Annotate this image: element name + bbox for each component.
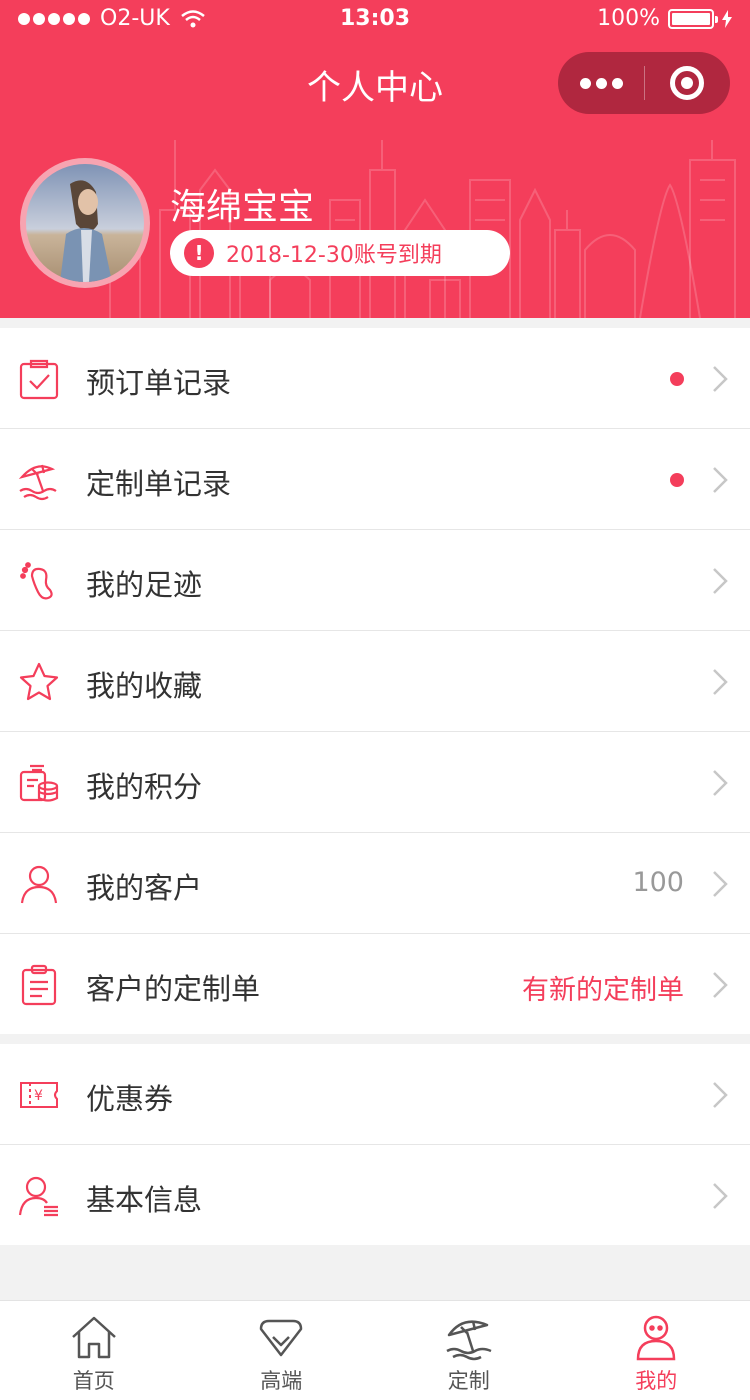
chevron-right-icon [713,1082,728,1108]
tab-premium[interactable]: 高端 [188,1301,376,1400]
expiry-text: 2018-12-30账号到期 [226,243,442,268]
tab-mine[interactable]: 我的 [563,1301,750,1400]
beach-umbrella-icon [446,1320,492,1361]
menu-item-customers[interactable]: 我的客户 100 [0,833,750,934]
profile-icon [636,1315,676,1361]
expiry-badge: ! 2018-12-30账号到期 [170,230,510,276]
status-bar: O2-UK 13:03 100% [0,0,750,40]
chevron-right-icon [713,669,728,695]
avatar-photo [26,164,144,282]
new-order-notice: 有新的定制单 [522,975,684,1006]
customer-count: 100 [632,867,684,898]
tab-label: 首页 [72,1369,115,1393]
bottom-tab-bar: 首页 高端 定制 我的 [0,1300,750,1400]
menu-item-label: 我的积分 [86,770,203,804]
menu-item-label: 我的收藏 [86,669,203,703]
battery-percent: 100% [597,6,660,31]
menu-item-label: 优惠券 [86,1082,174,1116]
menu-item-basic-info[interactable]: 基本信息 [0,1145,750,1245]
chevron-right-icon [713,770,728,796]
booking-icon [19,359,59,400]
menu-item-favorites[interactable]: 我的收藏 [0,631,750,732]
menu-item-footprints[interactable]: 我的足迹 [0,530,750,631]
more-button[interactable] [558,52,644,114]
battery-icon [668,8,718,29]
menu-item-points[interactable]: 我的积分 [0,732,750,833]
close-button[interactable] [644,52,730,114]
menu-item-custom-records[interactable]: 定制单记录 [0,429,750,530]
coupon-icon: ¥ [20,1082,58,1108]
beach-umbrella-icon [18,464,57,501]
tab-home[interactable]: 首页 [0,1301,188,1400]
tab-label: 定制 [447,1369,490,1393]
diamond-icon [260,1319,303,1357]
menu-item-label: 预订单记录 [86,366,232,400]
chevron-right-icon [713,1183,728,1209]
coins-icon [19,764,59,802]
menu-item-label: 基本信息 [86,1183,203,1217]
menu-group-main: 预订单记录 定制单记录 我的足迹 我的收藏 我的积分 我的客户 100 客户的定… [0,328,750,1034]
clipboard-icon [21,964,57,1006]
menu-group-account: ¥ 优惠券 基本信息 [0,1044,750,1245]
tab-label: 高端 [260,1369,303,1393]
menu-item-label: 我的足迹 [86,568,203,602]
menu-item-label: 我的客户 [86,871,203,905]
menu-item-label: 客户的定制单 [86,972,261,1006]
menu-item-coupons[interactable]: ¥ 优惠券 [0,1044,750,1145]
footprint-icon [20,562,53,600]
user-icon [20,865,58,904]
menu-item-label: 定制单记录 [86,467,232,501]
avatar[interactable] [20,158,150,288]
chevron-right-icon [713,568,728,594]
chevron-right-icon [713,972,728,998]
user-name: 海绵宝宝 [170,187,315,228]
home-icon [71,1316,116,1359]
chevron-right-icon [713,467,728,493]
tab-custom[interactable]: 定制 [375,1301,563,1400]
mini-program-capsule [558,52,730,114]
charging-icon [722,9,732,28]
warning-icon: ! [184,238,214,268]
tab-label: 我的 [635,1369,678,1393]
menu-item-customer-custom-orders[interactable]: 客户的定制单 有新的定制单 [0,934,750,1034]
target-icon [670,66,704,100]
user-info-icon [18,1176,58,1217]
svg-text:¥: ¥ [34,1088,43,1104]
profile-header: O2-UK 13:03 100% 个人中心 海绵宝宝 ! 2018-12-30账… [0,0,750,318]
chevron-right-icon [713,366,728,392]
menu-item-booking-records[interactable]: 预订单记录 [0,328,750,429]
chevron-right-icon [713,871,728,897]
star-icon [19,662,59,701]
notification-dot [670,473,684,487]
notification-dot [670,372,684,386]
